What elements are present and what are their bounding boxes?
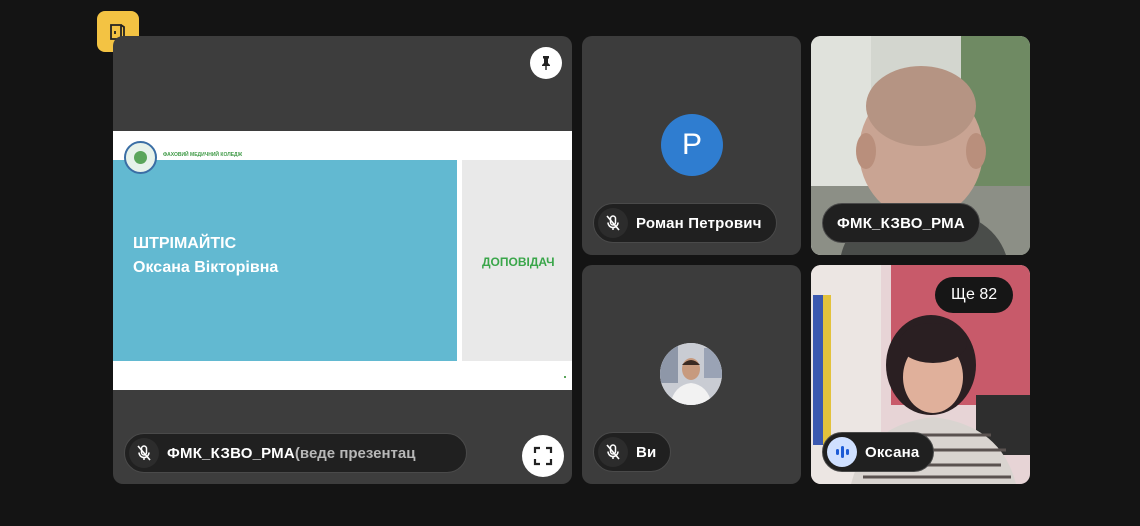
presentation-tile[interactable]: ФАХОВИЙ МЕДИЧНИЙ КОЛЕДЖ КОМУНАЛЬНОГО ЗАК… bbox=[113, 36, 572, 484]
college-logo bbox=[124, 141, 157, 174]
participant-name: Оксана bbox=[865, 443, 920, 461]
participant-tile-oksana[interactable]: Ще 82 Оксана bbox=[811, 265, 1030, 484]
mic-off-icon bbox=[129, 438, 159, 468]
more-participants-badge[interactable]: Ще 82 bbox=[935, 277, 1014, 313]
participant-name: Ви bbox=[636, 443, 657, 461]
pin-icon bbox=[542, 56, 550, 70]
slide-college-name: ФАХОВИЙ МЕДИЧНИЙ КОЛЕДЖ bbox=[163, 152, 243, 158]
mic-off-icon bbox=[598, 208, 628, 238]
fullscreen-button[interactable] bbox=[522, 435, 564, 477]
presenting-suffix: (веде презентац bbox=[294, 444, 416, 462]
slide-page-dot bbox=[564, 376, 566, 378]
slide-speaker-role: ДОПОВІДАЧ bbox=[482, 255, 555, 269]
speaking-indicator-icon bbox=[827, 437, 857, 467]
participant-name-pill: Роман Петрович bbox=[593, 203, 777, 243]
participant-name-pill: Ви bbox=[593, 432, 672, 472]
presentation-slide: ФАХОВИЙ МЕДИЧНИЙ КОЛЕДЖ КОМУНАЛЬНОГО ЗАК… bbox=[113, 131, 572, 390]
slide-speaker-surname: ШТРІМАЙТІС bbox=[133, 235, 237, 252]
participant-tile-fmk[interactable]: ФМК_КЗВО_РМА bbox=[811, 36, 1030, 255]
fullscreen-icon bbox=[533, 446, 553, 466]
avatar: Р bbox=[661, 114, 723, 176]
participant-name: ФМК_КЗВО_РМА bbox=[837, 214, 965, 232]
participant-tile-roman[interactable]: Р Роман Петрович bbox=[582, 36, 801, 255]
presenter-name-pill: ФМК_КЗВО_РМА (веде презентац bbox=[124, 433, 467, 473]
avatar bbox=[660, 343, 722, 405]
participant-name: Роман Петрович bbox=[636, 214, 762, 232]
participant-name-pill: Оксана bbox=[822, 432, 935, 472]
slide-speaker-name: Оксана Вікторівна bbox=[133, 259, 279, 276]
pin-button[interactable] bbox=[530, 47, 562, 79]
participant-name-pill: ФМК_КЗВО_РМА bbox=[822, 203, 980, 243]
participant-tile-you[interactable]: Ви bbox=[582, 265, 801, 484]
presenter-name: ФМК_КЗВО_РМА bbox=[167, 444, 295, 462]
mic-off-icon bbox=[598, 437, 628, 467]
